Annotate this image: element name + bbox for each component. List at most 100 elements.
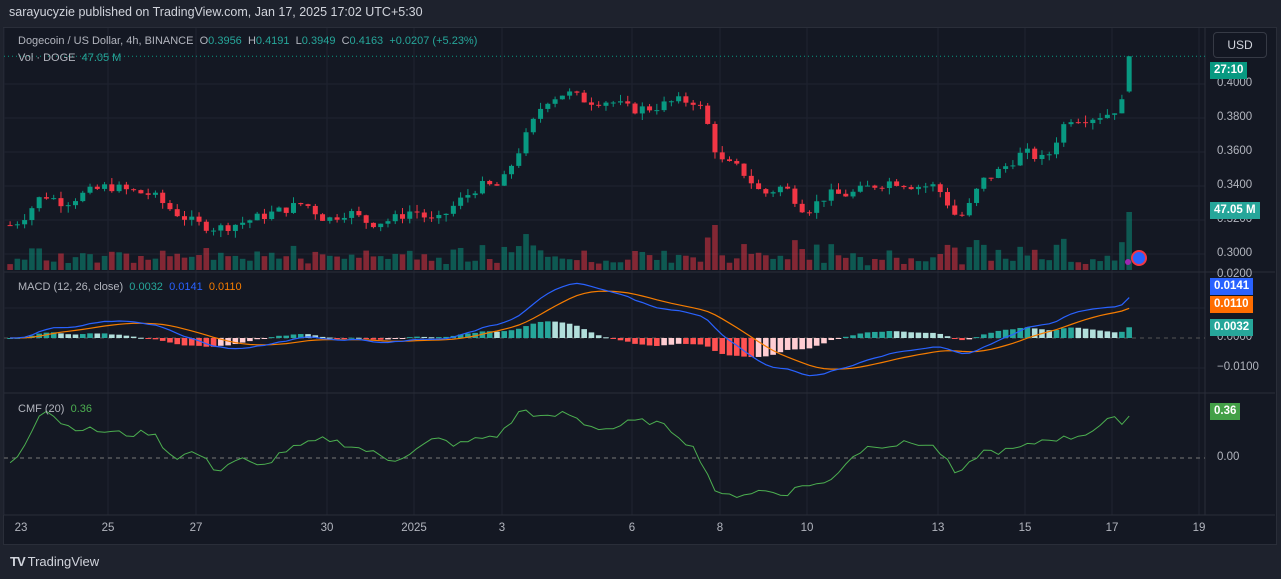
candle-body bbox=[1003, 166, 1009, 169]
candle-body bbox=[734, 161, 740, 164]
volume-label[interactable]: Vol · DOGE bbox=[18, 52, 75, 64]
volume-bar bbox=[174, 253, 181, 270]
candle-body bbox=[1119, 99, 1125, 114]
macd-histogram-bar bbox=[675, 338, 682, 344]
volume-bar bbox=[319, 254, 326, 270]
macd-histogram-bar bbox=[813, 338, 820, 346]
macd-histogram-bar bbox=[639, 338, 646, 345]
volume-bar bbox=[29, 248, 35, 270]
cmf-value: 0.36 bbox=[70, 403, 92, 415]
macd-histogram-bar bbox=[254, 338, 260, 340]
macd-histogram-bar bbox=[922, 332, 929, 338]
macd-histogram-bar bbox=[617, 338, 624, 341]
candle-body bbox=[705, 105, 711, 124]
candle-body bbox=[712, 123, 718, 153]
candle-body bbox=[1075, 122, 1081, 124]
candle-body bbox=[276, 207, 282, 212]
candle-body bbox=[988, 177, 994, 179]
volume-bar bbox=[697, 261, 704, 270]
macd-histogram-bar bbox=[951, 338, 958, 339]
hist-tag: 0.0032 bbox=[1210, 319, 1254, 336]
volume-bar bbox=[617, 262, 624, 270]
volume-bar bbox=[784, 259, 791, 270]
macd-histogram-bar bbox=[530, 323, 537, 338]
candle-body bbox=[94, 186, 100, 189]
volume-bar bbox=[581, 250, 587, 270]
candle-body bbox=[581, 92, 587, 103]
macd-histogram-bar bbox=[835, 338, 842, 339]
volume-bar bbox=[842, 257, 849, 270]
time-tick: 27 bbox=[189, 522, 203, 534]
candle-body bbox=[240, 222, 246, 225]
volume-bar bbox=[465, 261, 471, 270]
volume-bar bbox=[530, 245, 537, 270]
candle-body bbox=[872, 185, 878, 188]
macd-histogram-bar bbox=[494, 331, 500, 338]
volume-bar bbox=[901, 263, 907, 270]
macd-histogram-bar bbox=[777, 338, 784, 353]
time-tick: 2025 bbox=[401, 522, 427, 534]
volume-bar bbox=[1104, 255, 1111, 270]
price-tick: 0.3800 bbox=[1217, 111, 1253, 123]
volume-bar bbox=[763, 255, 769, 270]
candle-body bbox=[603, 102, 609, 106]
candle-body bbox=[211, 230, 217, 232]
volume-bar bbox=[508, 252, 515, 270]
volume-bar bbox=[334, 256, 340, 270]
candle-body bbox=[770, 192, 776, 194]
volume-bar bbox=[450, 249, 457, 270]
volume-bar bbox=[218, 252, 224, 270]
candle-body bbox=[320, 214, 326, 221]
volume-bar bbox=[1031, 249, 1038, 270]
candle-body bbox=[879, 187, 885, 189]
volume-bar bbox=[545, 256, 551, 270]
volume-bar bbox=[879, 259, 885, 270]
candle-body bbox=[1017, 152, 1023, 166]
volume-bar bbox=[116, 252, 122, 270]
cmf-label[interactable]: CMF (20) bbox=[18, 403, 64, 415]
volume-bar bbox=[188, 256, 195, 270]
macd-histogram-bar bbox=[901, 331, 907, 338]
macd-tag: 0.0141 bbox=[1210, 278, 1254, 295]
symbol-name[interactable]: Dogecoin / US Dollar, 4h, BINANCE bbox=[18, 35, 193, 47]
macd-histogram-bar bbox=[988, 332, 994, 338]
tradingview-logo[interactable]: TV TradingView bbox=[10, 554, 99, 569]
macd-histogram-bar bbox=[537, 321, 544, 338]
macd-histogram-bar bbox=[1075, 327, 1082, 338]
volume-bar bbox=[297, 258, 304, 270]
macd-histogram-bar bbox=[545, 321, 551, 338]
volume-bar bbox=[966, 247, 973, 270]
volume-bar bbox=[792, 240, 798, 270]
macd-histogram-bar bbox=[915, 332, 922, 338]
cmf-line bbox=[9, 409, 1130, 499]
candle-body bbox=[1032, 148, 1038, 160]
candle-body bbox=[836, 189, 841, 194]
candle-body bbox=[22, 220, 28, 225]
volume-bar bbox=[813, 244, 820, 270]
candle-body bbox=[668, 101, 674, 103]
candle-body bbox=[327, 217, 333, 221]
candle-body bbox=[247, 220, 253, 223]
macd-histogram-bar bbox=[123, 335, 130, 338]
volume-bar bbox=[850, 253, 856, 270]
macd-histogram-bar bbox=[370, 338, 377, 340]
candle-body bbox=[959, 214, 965, 216]
volume-bar bbox=[276, 258, 282, 270]
candle-body bbox=[523, 132, 529, 154]
volume-bar bbox=[624, 259, 631, 270]
volume-bar bbox=[995, 249, 1002, 270]
macd-histogram-bar bbox=[704, 338, 711, 347]
candle-body bbox=[312, 205, 318, 215]
candle-body bbox=[65, 205, 71, 207]
candle-body bbox=[1039, 154, 1045, 160]
macd-label[interactable]: MACD (12, 26, close) bbox=[18, 281, 123, 293]
volume-bar bbox=[494, 262, 500, 270]
volume-bar bbox=[268, 252, 275, 270]
macd-histogram-bar bbox=[595, 335, 602, 338]
candle-body bbox=[945, 192, 950, 206]
macd-histogram-bar bbox=[821, 338, 827, 344]
currency-button[interactable]: USD bbox=[1213, 32, 1267, 58]
open-value: 0.3956 bbox=[208, 35, 242, 47]
macd-histogram-bar bbox=[159, 338, 166, 341]
macd-hist-value: 0.0032 bbox=[129, 281, 163, 293]
